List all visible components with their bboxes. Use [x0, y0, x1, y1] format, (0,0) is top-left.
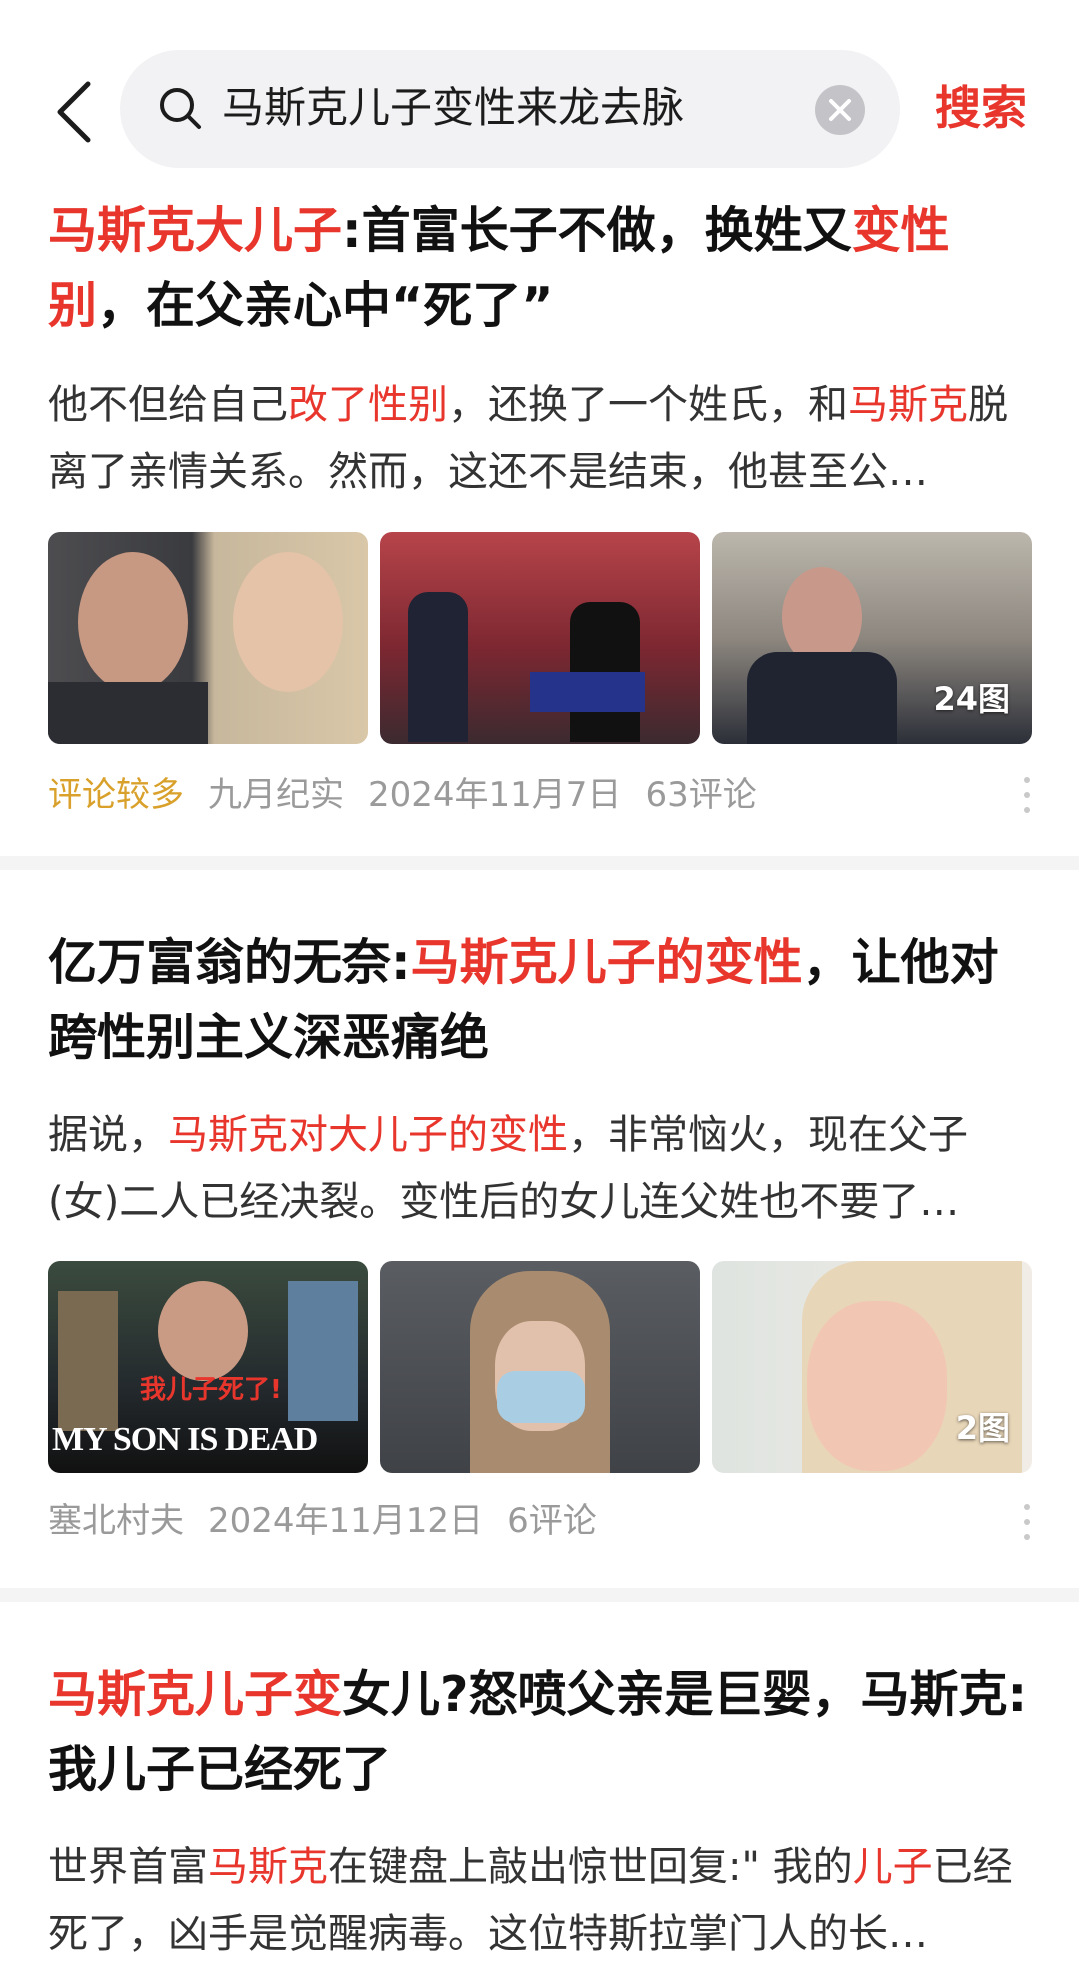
- summary-segment: 在键盘上敲出惊世回复:" 我的: [328, 1844, 853, 1890]
- thumbnail-image[interactable]: 我儿子死了! MY SON IS DEAD: [48, 1261, 368, 1473]
- summary-segment: 他不但给自己: [48, 382, 288, 428]
- source-name[interactable]: 塞北村夫: [48, 1501, 184, 1541]
- search-button[interactable]: 搜索: [935, 78, 1027, 138]
- result-summary: 世界首富马斯克在键盘上敲出惊世回复:" 我的儿子已经死了，凶手是觉醒病毒。这位特…: [48, 1834, 1018, 1968]
- search-header: 马斯克儿子变性来龙去脉 搜索: [0, 0, 1079, 185]
- thumbnail-image[interactable]: [380, 532, 700, 744]
- result-card-1[interactable]: 马斯克大儿子:首富长子不做，换姓又变性别，在父亲心中“死了” 他不但给自己改了性…: [0, 185, 1079, 850]
- result-title[interactable]: 马斯克儿子变女儿?怒喷父亲是巨婴，马斯克:我儿子已经死了: [48, 1657, 1038, 1807]
- more-options-icon[interactable]: [1023, 1502, 1031, 1542]
- publish-date: 2024年11月7日: [368, 775, 622, 815]
- result-meta: 塞北村夫 2024年11月12日 6评论: [48, 1496, 621, 1546]
- thumbnail-image[interactable]: 2图: [712, 1261, 1032, 1473]
- search-query-text: 马斯克儿子变性来龙去脉: [222, 83, 685, 132]
- result-meta: 评论较多 九月纪实 2024年11月7日 63评论: [48, 770, 781, 820]
- summary-segment: 马斯克: [208, 1844, 328, 1890]
- search-input[interactable]: 马斯克儿子变性来龙去脉: [120, 50, 900, 168]
- title-segment: 亿万富翁的无奈:: [48, 934, 411, 991]
- source-name[interactable]: 九月纪实: [208, 775, 344, 815]
- thumbnail-image[interactable]: [48, 532, 368, 744]
- search-icon: [160, 88, 201, 129]
- summary-segment: 马斯克对大儿子的变性: [168, 1112, 568, 1158]
- result-images: 24图: [48, 532, 1032, 744]
- title-segment: 马斯克儿子的变性: [410, 934, 803, 991]
- result-summary: 他不但给自己改了性别，还换了一个姓氏，和马斯克脱离了亲情关系。然而，这还不是结束…: [48, 372, 1018, 506]
- thumbnail-image[interactable]: 24图: [712, 532, 1032, 744]
- summary-segment: 据说，: [48, 1112, 168, 1158]
- comment-count: 63评论: [645, 775, 757, 815]
- summary-segment: 改了性别: [288, 382, 448, 428]
- summary-segment: 儿子: [852, 1844, 933, 1890]
- image-caption-en: MY SON IS DEAD: [52, 1421, 318, 1458]
- result-card-3[interactable]: 马斯克儿子变女儿?怒喷父亲是巨婴，马斯克:我儿子已经死了 世界首富马斯克在键盘上…: [0, 1602, 1079, 1987]
- image-count-badge: 2图: [955, 1409, 1010, 1447]
- clear-icon[interactable]: [814, 84, 866, 136]
- summary-segment: ，还换了一个姓氏，和: [448, 382, 848, 428]
- summary-segment: 世界首富: [48, 1844, 208, 1890]
- image-count-badge: 24图: [933, 680, 1010, 718]
- publish-date: 2024年11月12日: [208, 1501, 484, 1541]
- divider: [0, 856, 1079, 870]
- summary-segment: 马斯克: [848, 382, 968, 428]
- thumbnail-image[interactable]: [380, 1261, 700, 1473]
- result-images: 我儿子死了! MY SON IS DEAD 2图: [48, 1261, 1032, 1473]
- more-options-icon[interactable]: [1023, 775, 1031, 815]
- title-segment: 马斯克儿子变: [48, 1666, 343, 1723]
- image-caption-cn: 我儿子死了!: [140, 1375, 282, 1405]
- comment-count: 6评论: [507, 1501, 597, 1541]
- result-summary: 据说，马斯克对大儿子的变性，非常恼火，现在父子(女)二人已经决裂。变性后的女儿连…: [48, 1102, 1018, 1236]
- title-segment: :首富长子不做，换姓又: [342, 202, 852, 259]
- title-segment: 马斯克大儿子: [48, 202, 343, 259]
- result-title[interactable]: 亿万富翁的无奈:马斯克儿子的变性，让他对跨性别主义深恶痛绝: [48, 925, 1038, 1075]
- title-segment: ，在父亲心中“死了”: [97, 277, 554, 334]
- divider: [0, 1588, 1079, 1602]
- result-card-2[interactable]: 亿万富翁的无奈:马斯克儿子的变性，让他对跨性别主义深恶痛绝 据说，马斯克对大儿子…: [0, 870, 1079, 1595]
- chevron-left-icon: [57, 81, 91, 143]
- result-title[interactable]: 马斯克大儿子:首富长子不做，换姓又变性别，在父亲心中“死了”: [48, 193, 1038, 343]
- back-button[interactable]: [44, 72, 104, 152]
- hot-tag: 评论较多: [48, 775, 184, 815]
